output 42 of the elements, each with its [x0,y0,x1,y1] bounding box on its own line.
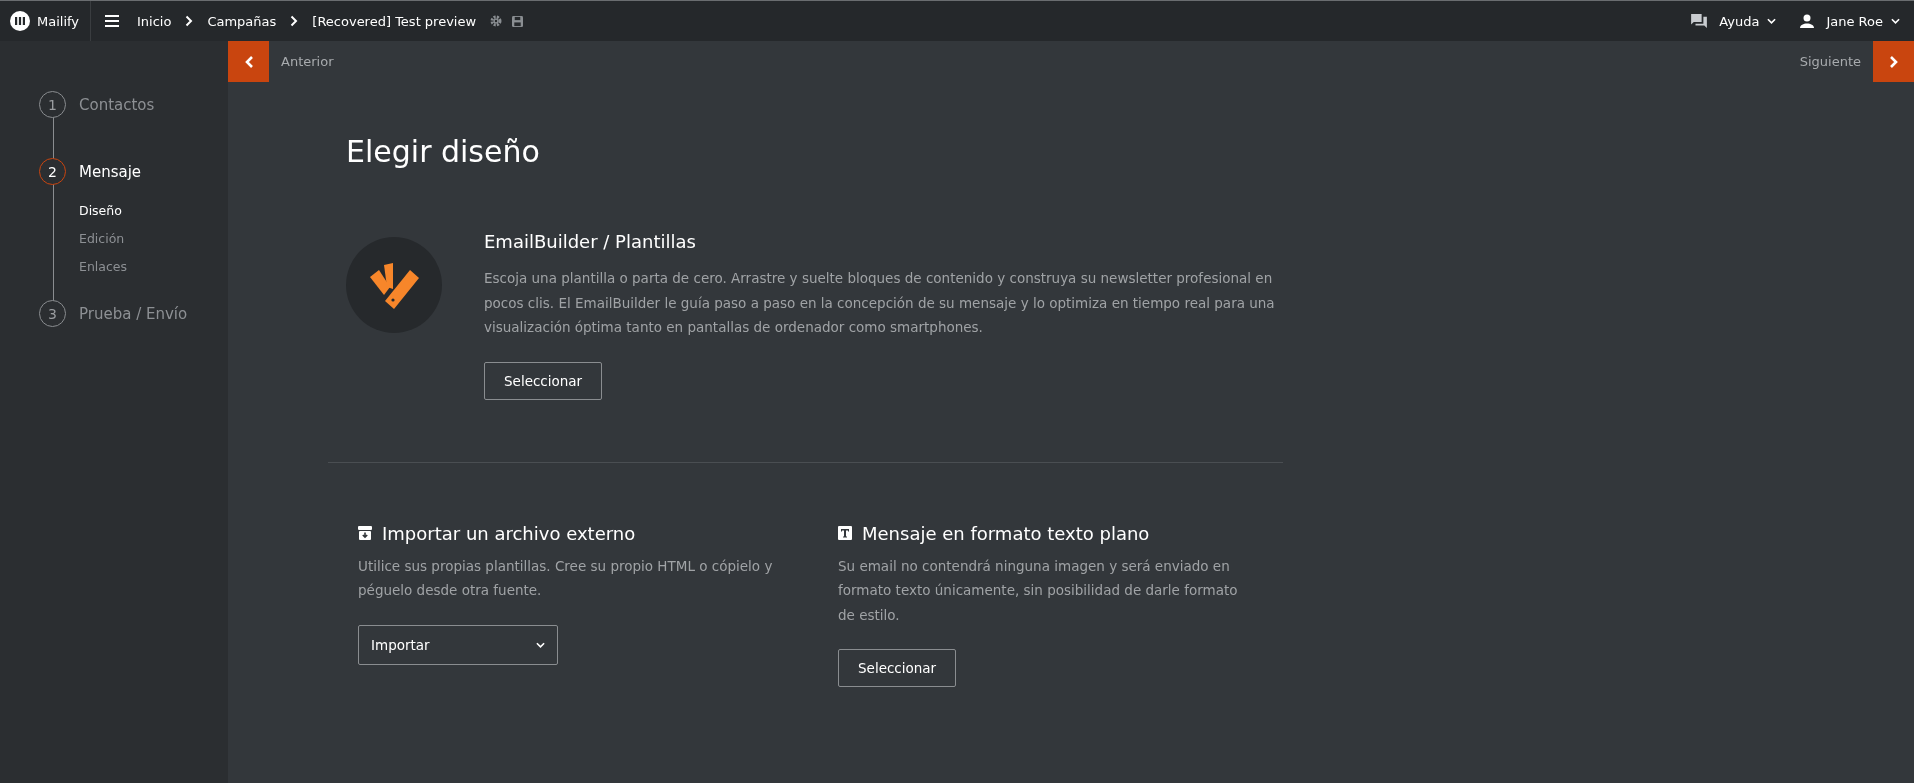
option-title: Importar un archivo externo [382,522,636,544]
chevron-right-icon [185,15,194,27]
option-description: Su email no contendrá ninguna imagen y será enviado en formato texto únicamente, sin posibilidad de darle formato de estilo. [838,556,1239,625]
archive-icon [358,526,372,540]
option-title: Mensaje en formato texto plano [862,522,1150,544]
chat-bubbles-icon[interactable] [1691,14,1708,28]
substep-link[interactable]: Enlaces [79,259,228,274]
user-icon [1800,14,1815,28]
select-button[interactable]: Seleccionar [838,649,957,687]
option-description: Utilice sus propias plantillas. Cree su propio HTML o cópielo y péguelo desde otra fuente. [358,556,774,600]
chevron-right-icon [1888,54,1899,69]
logo-icon [10,11,30,31]
save-icon[interactable] [512,15,524,27]
previous-label[interactable]: Anterior [281,54,334,69]
caret-icon [1891,18,1900,24]
step-number: 2 [39,158,66,185]
step-link[interactable]: Mensaje [79,162,142,181]
step-link[interactable]: Contactos [79,95,155,114]
gear-icon[interactable] [490,15,503,27]
text-icon [838,526,852,540]
menu-icon[interactable] [105,15,119,27]
next-label[interactable]: Siguiente [1799,54,1861,69]
user-menu[interactable]: Jane Roe [1826,13,1883,29]
step-number: 3 [39,300,66,327]
step-link[interactable]: Prueba / Envío [79,304,188,323]
page-title: Elegir diseño [346,134,541,169]
builder-logo-icon [346,237,442,333]
breadcrumb-link[interactable]: Campañas [207,13,277,29]
section-title: EmailBuilder / Plantillas [484,231,697,252]
section-description: Escoja una plantilla o parta de cero. Arrastre y suelte bloques de contenido y construya su newsletter profesional en pocos clis. El EmailBuilder le guía paso a paso en la concepción de su mensaje y lo optimiza en tiempo real para una visualización óptima tanto en pantallas de ordenador como smartphones. [484,269,1276,337]
substep-link[interactable]: Diseño [79,203,228,218]
step-number: 1 [39,91,66,118]
chevron-right-icon [290,15,299,27]
caret-icon [1767,18,1777,24]
select-button[interactable]: Seleccionar [484,361,603,400]
help-menu[interactable]: Ayuda [1719,13,1760,29]
caret-icon [536,641,545,648]
chevron-left-icon [243,54,254,69]
breadcrumb-link[interactable]: Inicio [137,13,172,29]
import-dropdown[interactable]: Importar [358,624,558,665]
substep-link[interactable]: Edición [79,231,228,246]
brand-name: Mailify [37,13,80,29]
